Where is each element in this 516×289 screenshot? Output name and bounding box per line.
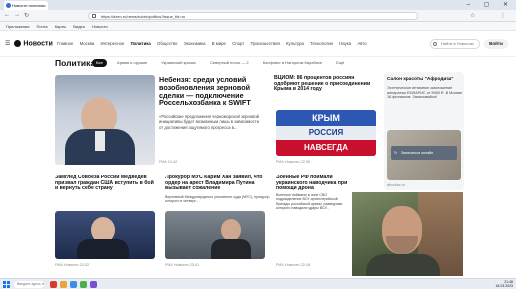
clock-date: 18.03.2023 [495, 284, 513, 288]
photo-text-russia: РОССИЯ [276, 126, 376, 140]
nav-item-moscow[interactable]: Москва [80, 41, 95, 46]
news-photo [55, 75, 155, 165]
nav-item-interesting[interactable]: Интересное [101, 41, 125, 46]
bookmark-item[interactable]: Почта [37, 22, 48, 31]
taskbar-app-icon[interactable] [50, 281, 57, 288]
photo-text-forever: НАВСЕГДА [276, 140, 376, 156]
webcam-overlay [352, 192, 463, 276]
url-field[interactable]: https://dzen.ru/news/rubric/politics?iss… [88, 12, 418, 20]
chip-ukraine-crisis[interactable]: Украинский кризис [157, 59, 200, 67]
news-title[interactable]: Прокурор МУС Карим Хан заявил, что ордер… [165, 175, 270, 192]
news-card-main[interactable]: Небензя: среди условий возобновления зер… [55, 72, 265, 170]
ad-cta-button[interactable]: ↻ Записаться онлайн [391, 146, 457, 160]
bookmark-item[interactable]: Карты [55, 22, 66, 31]
nav-item-society[interactable]: Общество [157, 41, 177, 46]
news-photo: КРЫМ РОССИЯ НАВСЕГДА [276, 110, 376, 156]
bookmarks-bar: Приложения Почта Карты Видео Новости [0, 22, 516, 31]
taskbar-app-icon[interactable] [60, 281, 67, 288]
chip-army[interactable]: Армия и оружие [113, 59, 151, 67]
windows-taskbar: Введите здесь текст для поиска 21:48 18.… [0, 278, 516, 289]
news-source: РИА Новости 22:35 [276, 160, 311, 164]
nav-item-tech[interactable]: Технологии [310, 41, 333, 46]
browser-menu-icon[interactable]: ⋮ [500, 12, 506, 19]
window-controls[interactable]: – ▢ ✕ [467, 1, 514, 8]
nav-item-sport[interactable]: Спорт [232, 41, 244, 46]
news-lead: Военные пойманы в зоне СВО подразделение… [276, 193, 343, 211]
photo-text-krym: КРЫМ [276, 110, 376, 126]
lock-icon [92, 14, 96, 18]
news-card-medvedev[interactable]: Замглед Совбеза России Медведев призвал … [55, 175, 157, 273]
nav-item-politics[interactable]: Политика [131, 41, 151, 46]
star-icon[interactable]: ☆ [470, 12, 475, 19]
news-source: РИА 21:42 [159, 160, 178, 164]
address-bar-row: ← → ↻ https://dzen.ru/news/rubric/politi… [0, 10, 516, 22]
url-text: https://dzen.ru/news/rubric/politics?iss… [101, 14, 186, 19]
news-title[interactable]: Военные РФ поймали украинского наводчика… [276, 175, 350, 192]
bookmark-item[interactable]: Видео [73, 22, 85, 31]
nav-item-world[interactable]: В мире [212, 41, 226, 46]
news-card-drone[interactable]: Военные РФ поймали украинского наводчика… [276, 175, 350, 273]
ad-cta-label: Записаться онлайн [401, 151, 434, 155]
logo-icon [14, 40, 22, 47]
section-title: Политика [55, 58, 96, 68]
news-lead: Верховный Международного уголовного суда… [165, 195, 270, 204]
site-logo[interactable]: ☰ Новости [5, 40, 53, 47]
refresh-icon: ↻ [394, 151, 398, 155]
news-title[interactable]: Замглед Совбеза России Медведев призвал … [55, 175, 157, 192]
nav-item-economy[interactable]: Экономика [184, 41, 206, 46]
nav-item-science[interactable]: Наука [339, 41, 351, 46]
nav-item-main[interactable]: Главное [57, 41, 73, 46]
chip-nord-stream[interactable]: Северный поток — 2 [206, 59, 253, 67]
browser-tab-bar: Новости политики – ▢ ✕ [0, 0, 516, 10]
site-header: ☰ Новости Главное Москва Интересное Полит… [0, 31, 516, 57]
top-navigation: Главное Москва Интересное Политика Общес… [57, 41, 372, 46]
news-source: РИА Новости 22:32 [55, 263, 90, 267]
news-photo [55, 211, 155, 259]
taskbar-clock[interactable]: 21:48 18.03.2023 [495, 280, 513, 288]
news-card-vciom[interactable]: ВЦИОМ: 86 процентов россиян одобряют реш… [274, 72, 378, 170]
search-icon [433, 42, 437, 46]
news-source: РИА Новости 22:18 [276, 263, 311, 267]
chip-all[interactable]: Все [92, 59, 107, 67]
news-photo [165, 211, 265, 259]
bookmark-item[interactable]: Приложения [6, 22, 29, 31]
ad-source: afrodiza.ru [387, 183, 405, 187]
search-placeholder: Найти в Новостях [441, 41, 475, 46]
taskbar-search-input[interactable]: Введите здесь текст для поиска [14, 281, 44, 288]
bookmark-item[interactable]: Новости [92, 22, 107, 31]
taskbar-app-icon[interactable] [90, 281, 97, 288]
news-title[interactable]: ВЦИОМ: 86 процентов россиян одобряют реш… [274, 75, 378, 93]
chip-more[interactable]: Ещё [332, 59, 348, 67]
ad-image: ↻ Записаться онлайн [387, 130, 461, 180]
ad-card[interactable]: Салон красоты "Афродиза" Эстетическое ин… [384, 72, 464, 190]
news-source: РИА Новости 23:01 [165, 263, 200, 267]
chip-karabakh[interactable]: Конфликт в Нагорном Карабахе [259, 59, 326, 67]
rubric-chips: Все Армия и оружие Украинский кризис Сев… [92, 59, 353, 67]
nav-item-incidents[interactable]: Происшествия [250, 41, 279, 46]
back-icon[interactable]: ← [4, 12, 10, 18]
hamburger-menu-icon[interactable]: ☰ [5, 41, 10, 47]
browser-tab[interactable]: Новости политики [4, 1, 48, 10]
news-title[interactable]: Небензя: среди условий возобновления зер… [159, 76, 263, 107]
forward-icon[interactable]: → [14, 12, 20, 18]
nav-item-culture[interactable]: Культура [286, 41, 304, 46]
windows-start-icon[interactable] [3, 281, 10, 288]
logo-text: Новости [23, 40, 53, 48]
nav-item-auto[interactable]: Авто [357, 41, 366, 46]
ad-title[interactable]: Салон красоты "Афродиза" [387, 77, 463, 82]
reload-icon[interactable]: ↻ [24, 12, 29, 19]
news-lead: «Российские предложения черноморской зер… [159, 114, 259, 130]
tab-favicon-icon [6, 3, 11, 8]
news-card-icc[interactable]: Прокурор МУС Карим Хан заявил, что ордер… [165, 175, 270, 273]
site-search-input[interactable]: Найти в Новостях [430, 39, 480, 49]
login-button[interactable]: Войти [484, 39, 508, 49]
tab-title: Новости политики [12, 3, 46, 8]
taskbar-app-icon[interactable] [80, 281, 87, 288]
taskbar-app-icon[interactable] [70, 281, 77, 288]
ad-text: Эстетическое интимное омоложение аппарат… [387, 86, 463, 100]
